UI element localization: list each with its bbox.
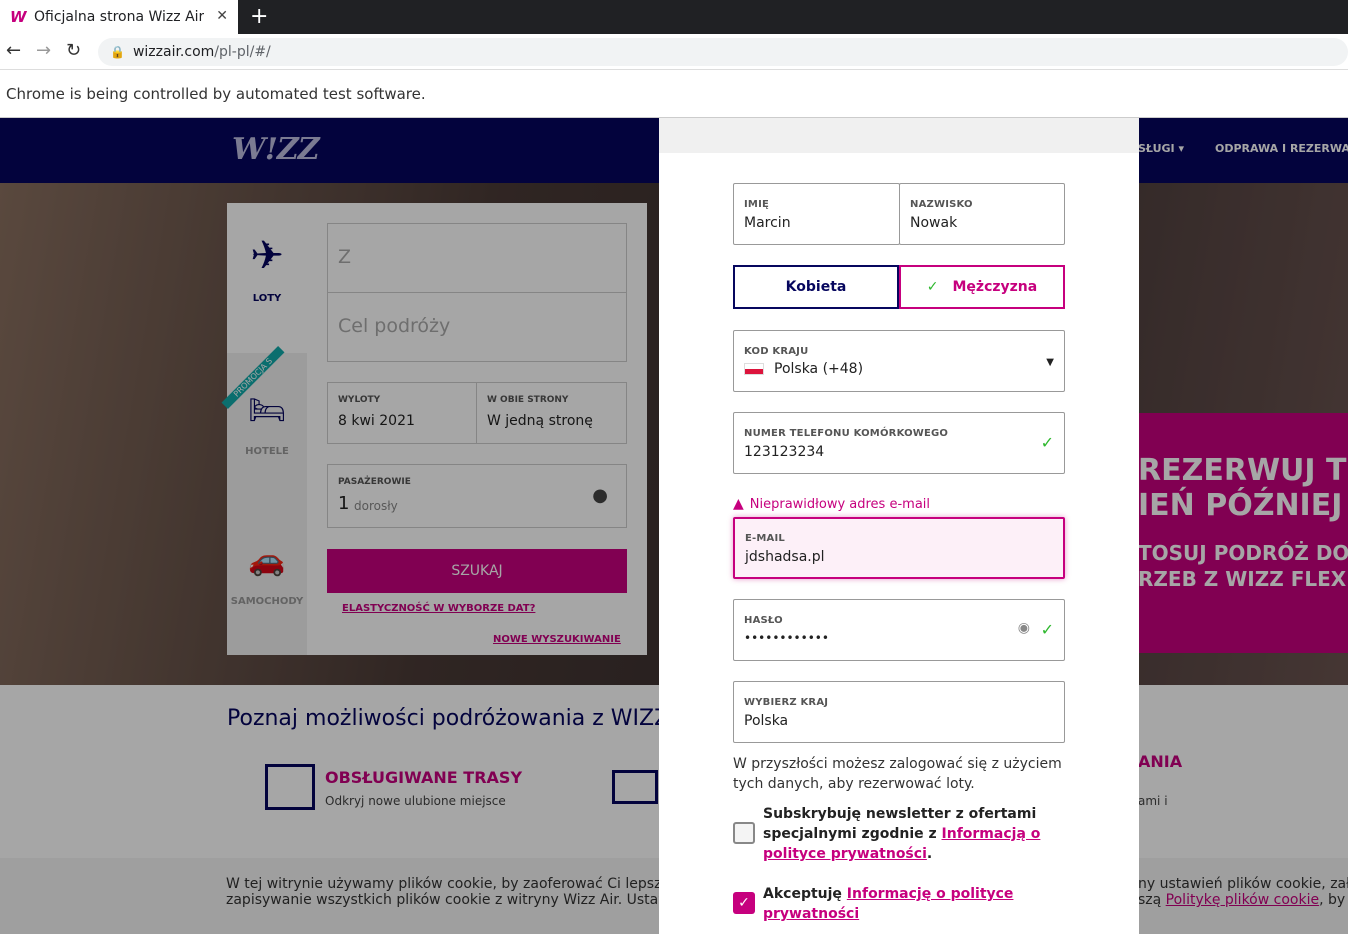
- gender-female-button[interactable]: Kobieta: [733, 265, 899, 309]
- last-name-field[interactable]: NAZWISKO Nowak: [899, 183, 1065, 245]
- url-path: /pl-pl/#/: [214, 44, 271, 60]
- first-name-value: Marcin: [744, 215, 791, 231]
- first-name-label: IMIĘ: [744, 199, 770, 210]
- first-name-field[interactable]: IMIĘ Marcin: [733, 183, 900, 245]
- automation-infobar: Chrome is being controlled by automated …: [0, 70, 1348, 118]
- back-icon[interactable]: ←: [6, 40, 21, 61]
- warning-icon: ▲: [733, 496, 744, 512]
- tab-close-icon[interactable]: ✕: [216, 8, 228, 24]
- country-select[interactable]: WYBIERZ KRAJ Polska: [733, 681, 1065, 743]
- newsletter-checkbox[interactable]: [733, 822, 755, 844]
- email-error-text: Nieprawidłowy adres e-mail: [749, 496, 931, 512]
- last-name-value: Nowak: [910, 215, 958, 231]
- browser-tabbar: W Oficjalna strona Wizz Air | ✕ +: [0, 0, 1348, 34]
- wizz-favicon-icon: W: [10, 8, 27, 26]
- email-value: jdshadsa.pl: [745, 549, 825, 565]
- accept-policy-label: Akceptuję Informację o polityce prywatno…: [763, 886, 1014, 922]
- password-field[interactable]: HASŁO •••••••••••• ◉ ✓: [733, 599, 1065, 661]
- country-value: Polska: [744, 713, 789, 729]
- country-code-select[interactable]: KOD KRAJU Polska (+48) ▼: [733, 330, 1065, 392]
- country-code-value: Polska (+48): [774, 361, 864, 377]
- email-field[interactable]: E-MAIL jdshadsa.pl: [733, 517, 1065, 579]
- wizzair-page: W!ZZ SŁUGI ▾ ODPRAWA I REZERWAC REZERWUJ…: [0, 118, 1348, 934]
- address-bar: ← → ↻ 🔒 wizzair.com /pl-pl/#/: [0, 34, 1348, 70]
- gender-male-button[interactable]: ✓ Mężczyzna: [899, 265, 1065, 309]
- password-value: ••••••••••••: [744, 631, 829, 645]
- registration-modal: IMIĘ Marcin NAZWISKO Nowak Kobieta ✓ Męż…: [659, 118, 1139, 934]
- url-input[interactable]: 🔒 wizzair.com /pl-pl/#/: [98, 38, 1348, 66]
- last-name-label: NAZWISKO: [910, 199, 973, 210]
- gender-male-label: Mężczyzna: [952, 279, 1038, 295]
- phone-label: NUMER TELEFONU KOMÓRKOWEGO: [744, 428, 949, 439]
- password-valid-check-icon: ✓: [1040, 620, 1054, 639]
- phone-valid-check-icon: ✓: [1040, 433, 1054, 452]
- url-host: wizzair.com: [132, 44, 215, 60]
- browser-tab[interactable]: W Oficjalna strona Wizz Air | ✕: [0, 0, 238, 34]
- email-error: ▲ Nieprawidłowy adres e-mail: [733, 496, 930, 512]
- password-label: HASŁO: [744, 615, 783, 626]
- country-code-value-wrap: Polska (+48): [744, 361, 863, 377]
- new-tab-button[interactable]: +: [250, 4, 268, 29]
- tab-title: Oficjalna strona Wizz Air |: [34, 9, 204, 25]
- reload-icon[interactable]: ↻: [66, 40, 81, 61]
- gender-female-label: Kobieta: [785, 279, 847, 295]
- email-label: E-MAIL: [745, 533, 785, 544]
- phone-field[interactable]: NUMER TELEFONU KOMÓRKOWEGO 123123234 ✓: [733, 412, 1065, 474]
- eye-icon[interactable]: ◉: [1018, 620, 1030, 636]
- poland-flag-icon: [744, 363, 764, 375]
- country-label: WYBIERZ KRAJ: [744, 697, 829, 708]
- check-icon: ✓: [926, 279, 939, 295]
- country-code-label: KOD KRAJU: [744, 346, 809, 357]
- dropdown-caret-icon: ▼: [1046, 357, 1054, 368]
- accept-policy-checkbox[interactable]: ✓: [733, 892, 755, 914]
- automation-notice: Chrome is being controlled by automated …: [6, 84, 426, 103]
- phone-value: 123123234: [744, 444, 825, 460]
- login-info-text: W przyszłości możesz zalogować się z uży…: [733, 756, 1062, 792]
- lock-icon: 🔒: [110, 45, 125, 59]
- forward-icon[interactable]: →: [36, 40, 51, 61]
- newsletter-label: Subskrybuję newsletter z ofertami specja…: [763, 806, 1041, 862]
- modal-header: [659, 118, 1139, 153]
